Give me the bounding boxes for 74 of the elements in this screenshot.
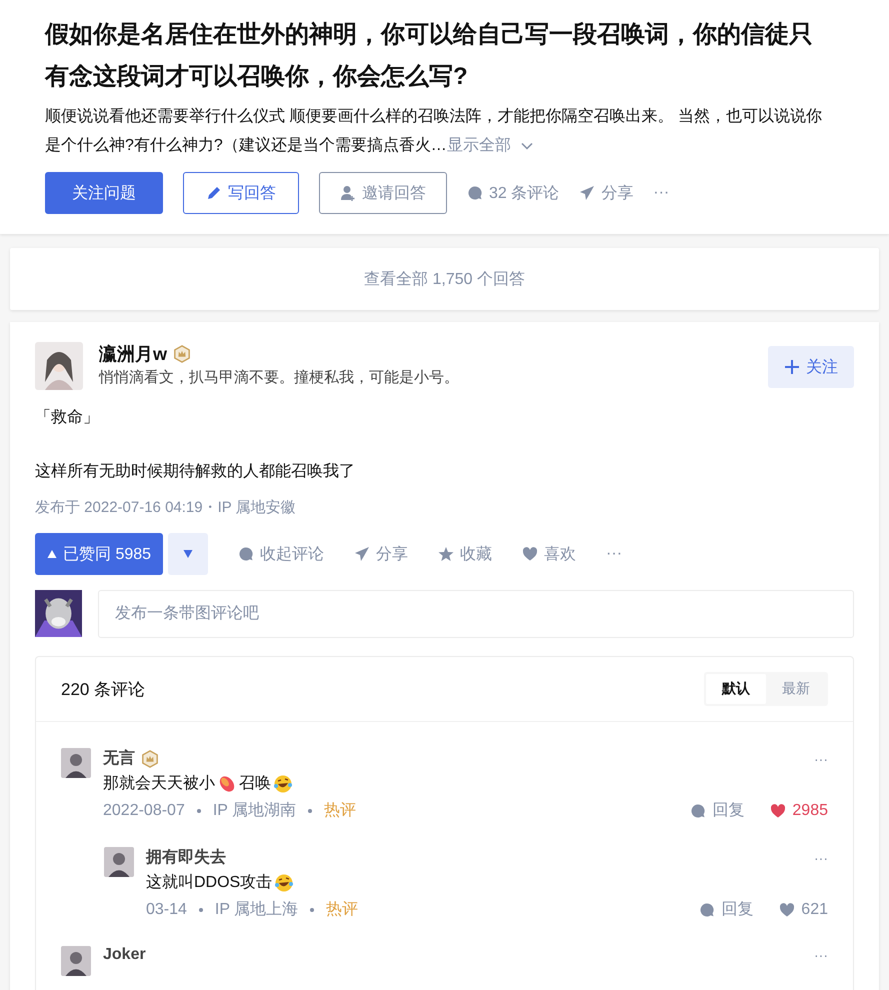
comment-text: 召唤	[239, 774, 271, 794]
like-button[interactable]: 2985	[770, 802, 828, 820]
view-all-answers-button[interactable]: 查看全部 1,750 个回答	[10, 248, 879, 310]
more-button[interactable]: ···	[606, 545, 622, 563]
dot-separator-icon	[198, 908, 203, 912]
heart-icon	[779, 902, 796, 918]
down-triangle-icon	[183, 549, 194, 559]
comment-icon	[699, 902, 716, 918]
share-icon	[579, 185, 596, 201]
comment-input-field[interactable]: 发布一条带图评论吧	[98, 590, 854, 638]
answer-action-button[interactable]: 喜欢	[522, 544, 576, 564]
upvote-button[interactable]: 已赞同 5985	[35, 533, 164, 575]
heart-icon	[522, 546, 538, 562]
hot-comment-tag: 热评	[326, 899, 358, 920]
more-button[interactable]: ···	[653, 172, 670, 214]
comment-count: 220 条评论	[61, 678, 146, 700]
dot-separator-icon	[308, 808, 312, 812]
sort-tab[interactable]: 默认	[706, 674, 766, 704]
share-button[interactable]: 分享	[579, 172, 634, 214]
author-name[interactable]: 瀛洲月w	[99, 342, 168, 366]
answer-action-button[interactable]: 收藏	[438, 544, 492, 564]
sort-tab[interactable]: 最新	[766, 674, 826, 704]
avatar[interactable]	[61, 946, 91, 976]
avatar[interactable]	[61, 748, 91, 778]
pencil-icon	[206, 185, 222, 201]
author-bio: 悄悄滴看文，扒马甲滴不要。撞梗私我，可能是小号。	[99, 368, 460, 387]
commenter-name[interactable]: Joker	[103, 946, 146, 964]
answer-action-button[interactable]: 分享	[354, 544, 408, 564]
more-button[interactable]: ···	[814, 947, 828, 963]
share-icon	[354, 546, 370, 562]
up-triangle-icon	[47, 549, 57, 559]
plus-icon	[784, 359, 800, 375]
more-button[interactable]: ···	[814, 750, 828, 766]
invite-answer-button[interactable]: 邀请回答	[319, 172, 447, 214]
comments-button[interactable]: 32 条评论	[467, 172, 560, 214]
comment-icon	[690, 802, 706, 818]
comment-text: 那就会天天被小	[103, 774, 215, 794]
follow-question-button[interactable]: 关注问题	[45, 172, 163, 214]
hot-comment-tag: 热评	[324, 800, 356, 821]
dot-separator-icon	[310, 908, 314, 912]
answer-paragraph: 这样所有无助时候期待解救的人都能召唤我了	[35, 462, 356, 482]
chevron-down-icon	[520, 142, 533, 150]
laughing-emoji-icon	[273, 774, 293, 794]
comment-icon	[238, 546, 254, 562]
comment-date: 03-14	[146, 900, 187, 918]
publish-info: 发布于 2022-07-16 04:19・IP 属地安徽	[35, 498, 297, 517]
comment-location: IP 属地湖南	[212, 800, 296, 821]
avatar[interactable]	[35, 342, 83, 390]
avatar[interactable]	[35, 587, 82, 640]
show-all-link[interactable]: 显示全部	[446, 137, 533, 154]
question-title: 假如你是名居住在世外的神明，你可以给自己写一段召唤词，你的信徒只有念这段词才可以召唤你，你会怎么写?	[45, 20, 814, 92]
peach-emoji-icon	[217, 774, 237, 794]
reply-button[interactable]: 回复	[699, 899, 754, 920]
answer-paragraph: 「救命」	[35, 408, 100, 428]
comment-date: 2022-08-07	[103, 802, 185, 820]
follow-button[interactable]: 关注	[768, 346, 854, 388]
star-icon	[438, 546, 454, 562]
heart-icon	[770, 802, 786, 818]
answer-action-button[interactable]: 收起评论	[238, 544, 324, 564]
reply-button[interactable]: 回复	[690, 800, 744, 821]
write-answer-button[interactable]: 写回答	[183, 172, 299, 214]
like-button[interactable]: 621	[779, 900, 828, 918]
comment-location: IP 属地上海	[214, 900, 298, 920]
downvote-button[interactable]	[168, 533, 208, 575]
avatar[interactable]	[104, 847, 134, 877]
dot-separator-icon	[196, 808, 201, 812]
commenter-name[interactable]: 拥有即失去	[146, 847, 226, 868]
commenter-name[interactable]: 无言	[103, 748, 135, 769]
question-detail: 顺便说说看他还需要举行什么仪式 顺便要画什么样的召唤法阵，才能把你隔空召唤出来。 当然，也可以说说你是个什么神?有什么神力?（建议还是当个需要搞点香火…显示全部	[45, 106, 823, 156]
laughing-emoji-icon	[274, 872, 294, 892]
comment-icon	[467, 185, 483, 201]
more-button[interactable]: ···	[814, 850, 828, 866]
comment-text: 这就叫DDOS攻击	[146, 872, 272, 893]
add-user-icon	[340, 185, 356, 201]
